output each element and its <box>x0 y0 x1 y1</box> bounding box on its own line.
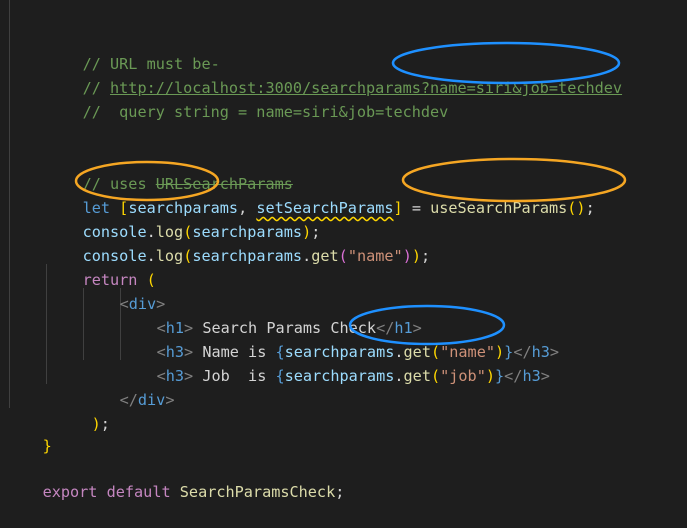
indent-guide-1 <box>9 0 10 408</box>
code-line-export[interactable]: export default SearchParamsCheck; <box>6 456 345 501</box>
code-line-return[interactable]: return ( <box>46 244 156 289</box>
string-name: "name" <box>347 247 403 265</box>
code-line-div-close[interactable]: </div> <box>83 364 175 409</box>
code-line-div-open[interactable]: <div> <box>83 268 166 313</box>
fn-use-search-params: useSearchParams <box>430 199 568 217</box>
code-line-comment-query[interactable]: // query string = name=siri&job=techdev <box>46 76 449 121</box>
code-line-h3-job[interactable]: <h3> Job is {searchparams.get("job")}</h… <box>120 340 550 385</box>
tag-div-close: div <box>137 391 166 409</box>
code-line-return-close[interactable]: ); <box>55 388 110 433</box>
keyword-default: default <box>106 483 171 501</box>
comment-query-string: // query string = name=siri&job=techdev <box>82 103 449 121</box>
code-line-function-close[interactable]: } <box>6 410 52 455</box>
code-line-console-log-1[interactable]: console.log(searchparams); <box>46 196 321 241</box>
function-close-brace: } <box>42 437 52 455</box>
keyword-export: export <box>42 483 98 501</box>
code-line-comment-uses[interactable]: // uses URLSearchParams <box>46 148 293 193</box>
fn-get: get <box>311 247 339 265</box>
export-component-name: SearchParamsCheck <box>179 483 336 501</box>
bracket-close: ] <box>393 199 403 217</box>
code-line-let[interactable]: let [searchparams, setSearchParams] = us… <box>46 172 595 217</box>
code-line-console-log-2[interactable]: console.log(searchparams.get("name")); <box>46 220 431 265</box>
code-line-comment-url[interactable]: // URL must be- <box>46 28 220 73</box>
code-line-comment-link[interactable]: // http://localhost:3000/searchparams?na… <box>46 52 622 97</box>
h3-job-text: Job is <box>193 367 276 385</box>
code-editor[interactable]: // URL must be- // http://localhost:3000… <box>0 0 687 501</box>
code-line-h1[interactable]: <h1> Search Params Check</h1> <box>120 292 422 337</box>
code-line-h3-name[interactable]: <h3> Name is {searchparams.get("name")}<… <box>120 316 559 361</box>
string-job: "job" <box>440 367 486 385</box>
